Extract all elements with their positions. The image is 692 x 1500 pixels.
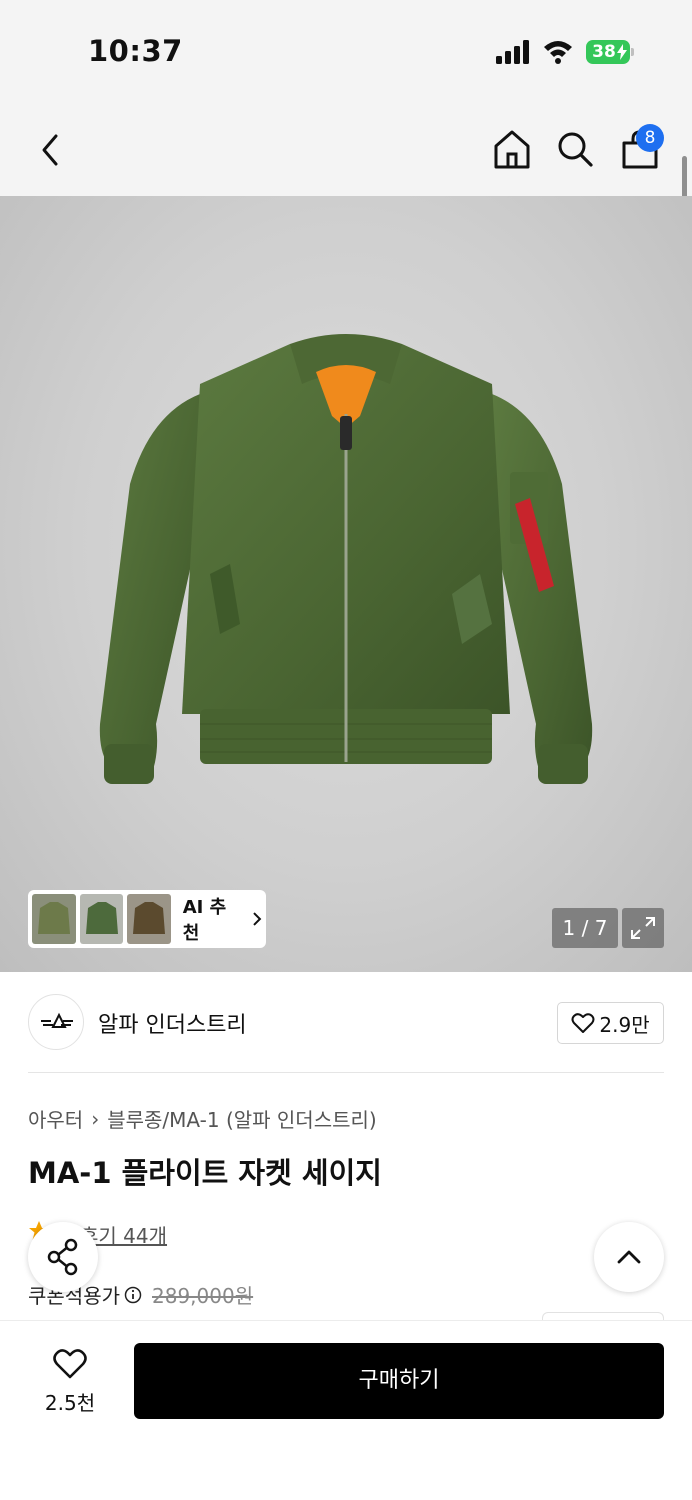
info-icon[interactable] <box>124 1286 142 1304</box>
product-like-button[interactable]: 2.5천 <box>30 1345 110 1421</box>
status-bar: 10:37 38 <box>0 0 692 100</box>
alpha-logo-icon <box>41 1012 73 1028</box>
breadcrumb: 아우터 › 블루종/MA-1 (알파 인더스트리) <box>28 1104 377 1133</box>
cart-count-badge: 8 <box>636 124 664 152</box>
buy-button[interactable]: 구매하기 <box>134 1343 664 1419</box>
breadcrumb-item-category[interactable]: 블루종/MA-1 (알파 인더스트리) <box>107 1104 377 1133</box>
back-arrow-icon[interactable] <box>34 130 66 170</box>
product-image[interactable]: AI 추천 1 / 7 <box>0 196 692 972</box>
breadcrumb-separator-icon: › <box>91 1106 100 1131</box>
brand-logo[interactable] <box>28 994 84 1050</box>
charging-bolt-icon <box>617 44 627 60</box>
expand-icon[interactable] <box>622 908 664 948</box>
scroll-to-top-button[interactable] <box>594 1222 664 1292</box>
coupon-box[interactable] <box>542 1312 664 1320</box>
bottom-action-bar: 2.5천 구매하기 <box>0 1320 692 1500</box>
brand-name[interactable]: 알파 인더스트리 <box>98 1007 247 1039</box>
brand-like-count: 2.9만 <box>599 1012 650 1037</box>
signal-icon <box>496 40 529 64</box>
wifi-icon <box>544 41 572 64</box>
thumbnail-green[interactable] <box>79 894 124 944</box>
chevron-right-icon <box>253 912 262 926</box>
heart-icon <box>53 1349 87 1379</box>
battery-level: 38 <box>592 42 616 62</box>
image-page-counter: 1 / 7 <box>552 908 618 948</box>
status-time: 10:37 <box>88 34 183 68</box>
ai-recommend-label: AI 추천 <box>182 897 227 944</box>
battery-indicator: 38 <box>586 40 634 64</box>
breadcrumb-item-outer[interactable]: 아우터 <box>28 1104 83 1133</box>
brand-like-button[interactable]: 2.9만 <box>557 1002 664 1044</box>
product-title: MA-1 플라이트 자켓 세이지 <box>28 1156 382 1190</box>
search-icon[interactable] <box>556 130 594 168</box>
heart-icon <box>571 1013 595 1033</box>
divider <box>28 1072 664 1073</box>
brand-row: 알파 인더스트리 2.9만 <box>0 972 692 1072</box>
home-icon[interactable] <box>492 128 532 170</box>
share-button[interactable] <box>28 1222 98 1292</box>
ai-recommendation-strip[interactable]: AI 추천 <box>28 890 266 948</box>
jacket-image <box>99 334 593 784</box>
thumbnail-brown[interactable] <box>127 894 171 944</box>
product-like-count: 2.5천 <box>44 1391 96 1415</box>
original-price: 289,000원 <box>152 1284 254 1308</box>
share-icon <box>47 1238 78 1276</box>
top-navigation <box>0 100 692 196</box>
chevron-up-icon <box>617 1250 641 1264</box>
thumbnail-olive[interactable] <box>32 894 76 944</box>
